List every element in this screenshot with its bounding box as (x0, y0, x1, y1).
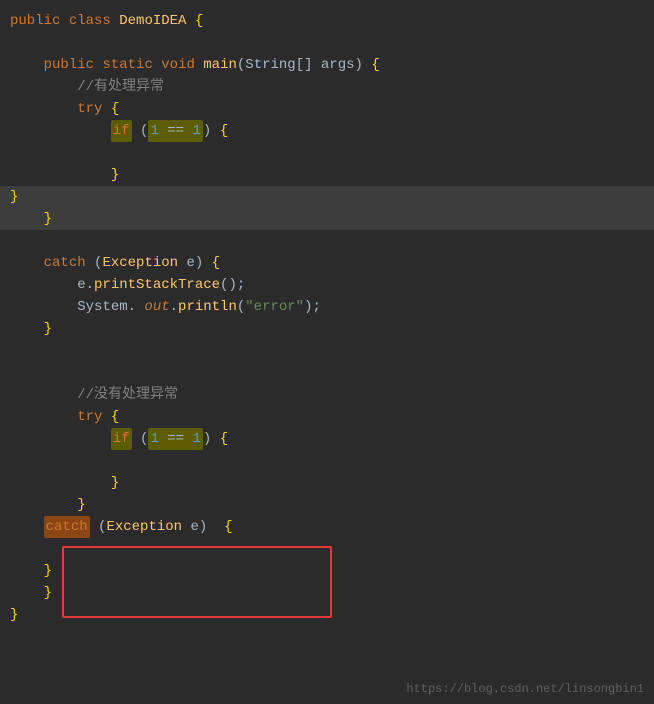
code-line-6: if ( 1 == 1 ) { (0, 120, 654, 142)
code-line-3: public static void main (String[] args) … (0, 54, 654, 76)
comment-1: //有处理异常 (77, 76, 164, 98)
keyword-class: class (69, 10, 111, 32)
code-editor: public class DemoIDEA { public static vo… (0, 0, 654, 704)
code-line-27: } (0, 582, 654, 604)
keyword-try1: try (77, 98, 102, 120)
code-line-28: } (0, 604, 654, 626)
code-line-12: catch ( Exception e) { (0, 252, 654, 274)
code-line-8: } (0, 164, 654, 186)
code-line-1: public class DemoIDEA { (0, 10, 654, 32)
string-error: "error" (245, 296, 304, 318)
if-highlight-1: if (111, 120, 132, 142)
code-line-13: e. printStackTrace (); (0, 274, 654, 296)
code-line-21 (0, 450, 654, 472)
code-line-19: try { (0, 406, 654, 428)
method-print: printStackTrace (94, 274, 220, 296)
code-line-11 (0, 230, 654, 252)
code-line-14: System. out . println ( "error" ); (0, 296, 654, 318)
code-line-18: //没有处理异常 (0, 384, 654, 406)
keyword-catch2-highlighted: catch (44, 516, 90, 538)
code-line-7 (0, 142, 654, 164)
keyword-public2: public (44, 54, 94, 76)
code-line-20: if ( 1 == 1 ) { (0, 428, 654, 450)
condition-highlight-1: 1 == 1 (148, 120, 202, 142)
condition-highlight-2: 1 == 1 (148, 428, 202, 450)
code-line-16 (0, 340, 654, 362)
code-line-25 (0, 538, 654, 560)
code-line-17 (0, 362, 654, 384)
keyword-catch1: catch (44, 252, 86, 274)
method-println: println (178, 296, 237, 318)
code-line-4: //有处理异常 (0, 76, 654, 98)
code-line-23: } (0, 494, 654, 516)
code-line-26: } (0, 560, 654, 582)
class-name: DemoIDEA (119, 10, 186, 32)
code-line-22: } (0, 472, 654, 494)
code-line-9: } (0, 186, 654, 208)
code-line-10: } (0, 208, 654, 230)
comment-2: //没有处理异常 (77, 384, 178, 406)
keyword-try2: try (77, 406, 102, 428)
code-line-2 (0, 32, 654, 54)
url-watermark: https://blog.csdn.net/linsongbin1 (406, 682, 644, 696)
keyword-out: out (144, 296, 169, 318)
keyword-static: static (102, 54, 152, 76)
keyword-public: public (10, 10, 60, 32)
code-line-5: try { (0, 98, 654, 120)
keyword-void: void (161, 54, 195, 76)
method-main: main (203, 54, 237, 76)
code-line-24: catch ( Exception e) { (0, 516, 654, 538)
code-line-15: } (0, 318, 654, 340)
if-highlight-2: if (111, 428, 132, 450)
